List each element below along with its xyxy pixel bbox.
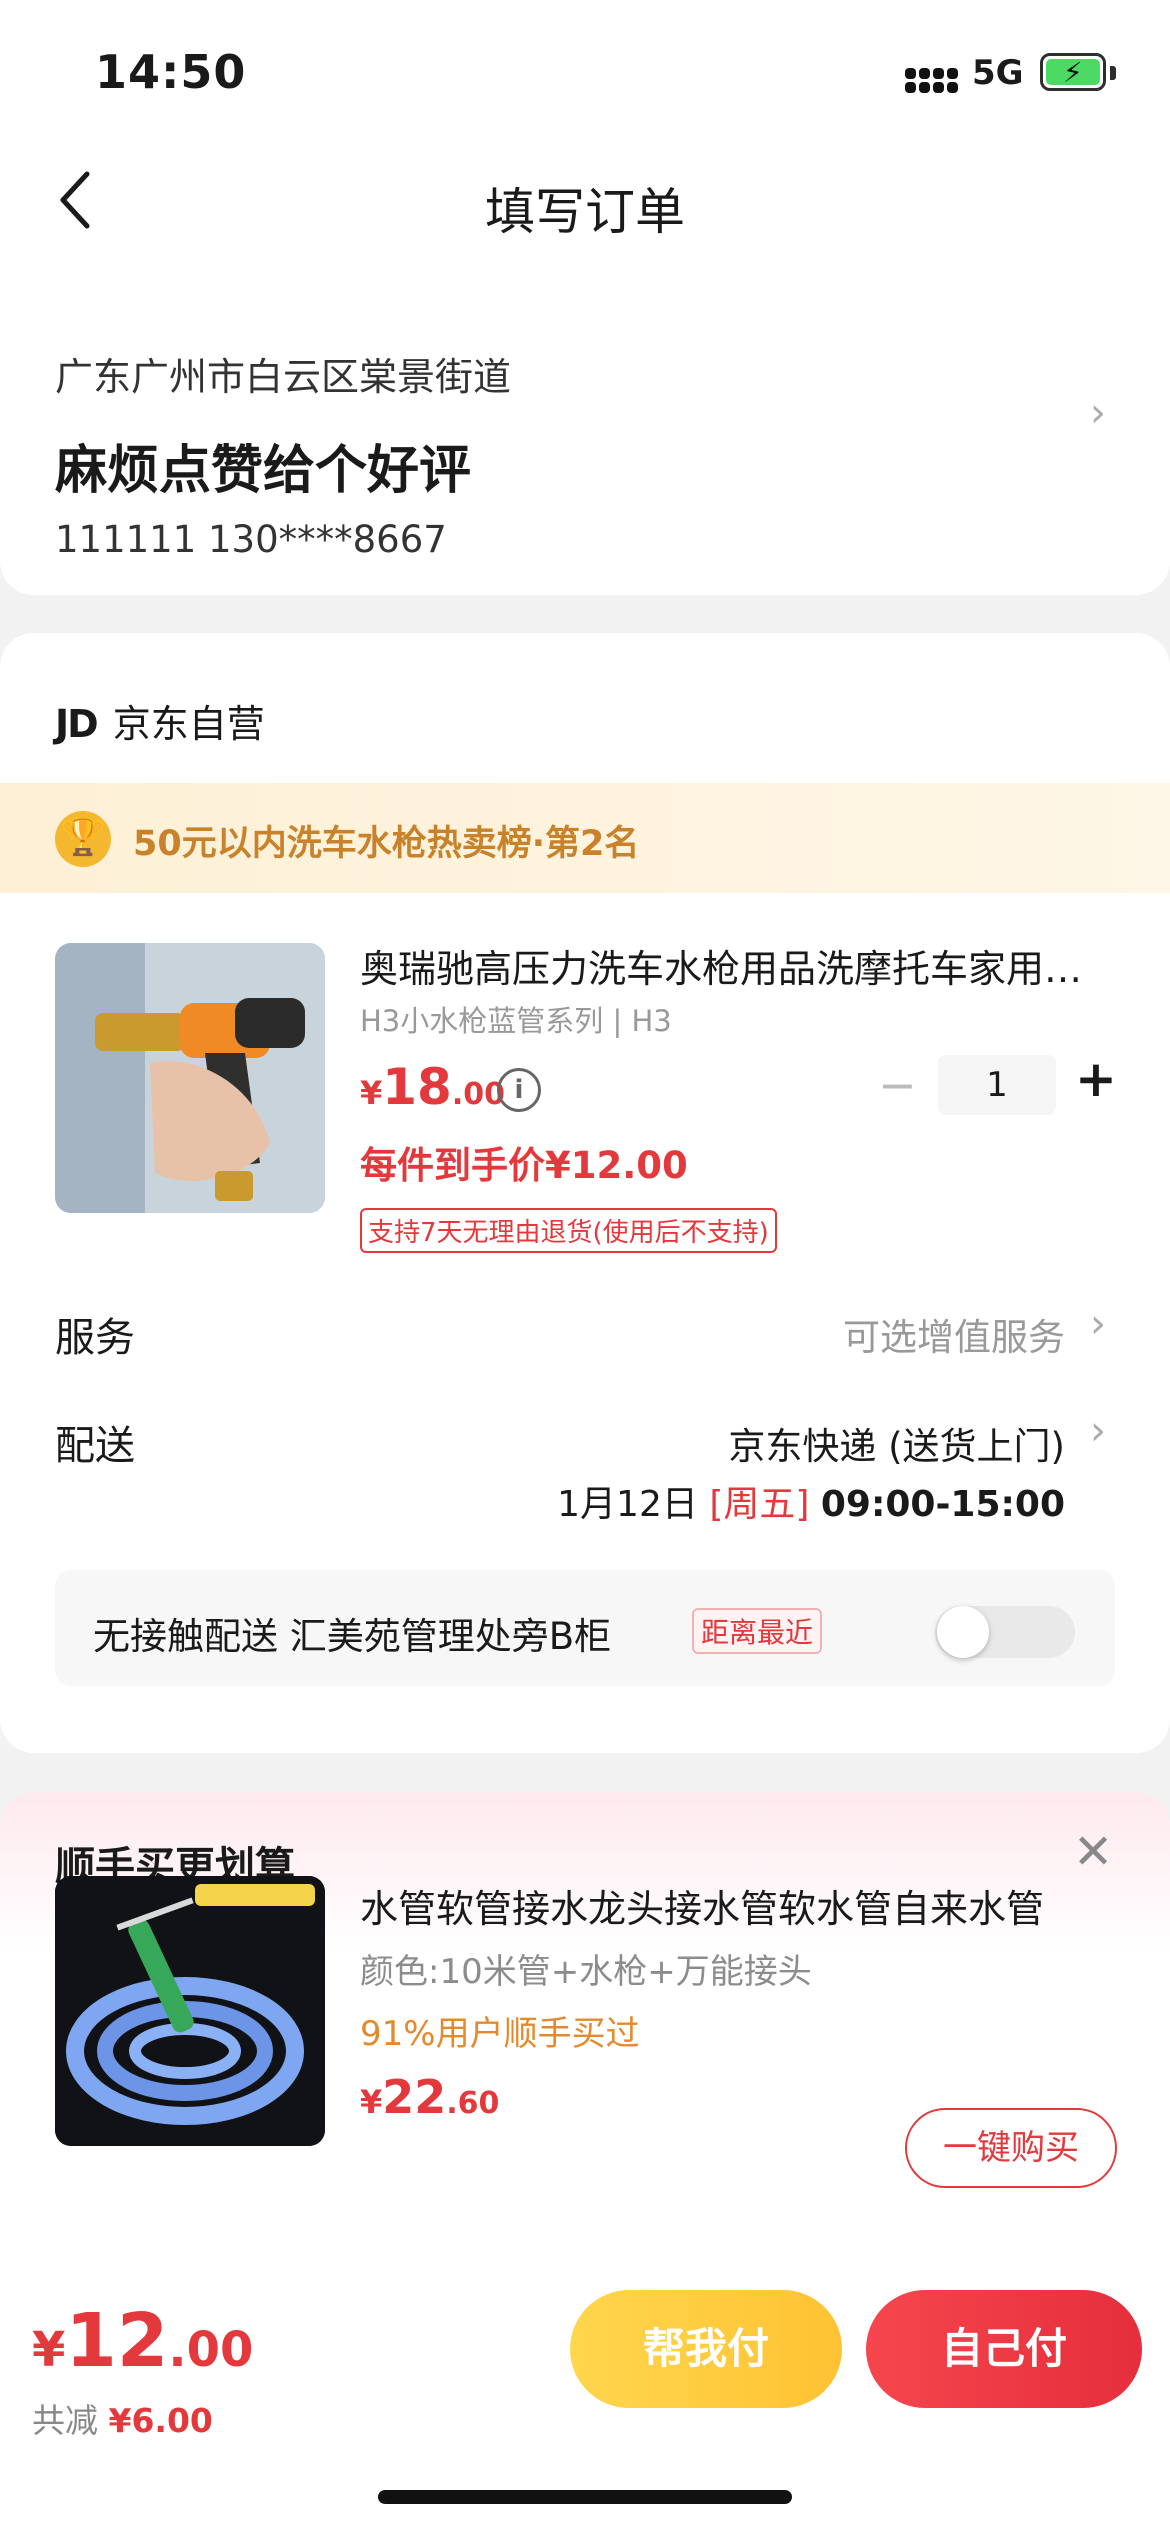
recommend-stat: 91%用户顺手买过 bbox=[360, 2014, 640, 2054]
address-card[interactable]: 广东广州市白云区棠景街道 麻烦点赞给个好评 111111 130****8667… bbox=[0, 290, 1170, 595]
help-pay-button[interactable]: 帮我付 bbox=[570, 2290, 842, 2408]
shop-name[interactable]: JD 京东自营 bbox=[55, 693, 265, 748]
recipient-name: 麻烦点赞给个好评 bbox=[55, 441, 472, 501]
quantity-decrease-button[interactable]: − bbox=[878, 1058, 917, 1112]
recipient-contact: 111111 130****8667 bbox=[55, 518, 447, 561]
quantity-value[interactable]: 1 bbox=[938, 1055, 1056, 1115]
page-title: 填写订单 bbox=[485, 183, 685, 241]
top-area: 14:50 5G ⚡ 填写订单 bbox=[0, 0, 1170, 290]
delivery-method[interactable]: 京东快递 (送货上门) bbox=[728, 1416, 1065, 1470]
product-image[interactable] bbox=[55, 943, 325, 1213]
recommend-color: 颜色:10米管+水枪+万能接头 bbox=[360, 1952, 812, 1992]
delivery-label: 配送 bbox=[55, 1423, 135, 1469]
quantity-increase-button[interactable]: + bbox=[1075, 1050, 1117, 1108]
jd-logo: JD bbox=[55, 702, 99, 746]
recommend-image[interactable] bbox=[55, 1876, 325, 2146]
ranking-banner[interactable]: 🏆 50元以内洗车水枪热卖榜·第2名 bbox=[0, 783, 1170, 893]
battery-tip bbox=[1110, 66, 1116, 80]
self-pay-button[interactable]: 自己付 bbox=[866, 2290, 1142, 2408]
delivery-time[interactable]: 1月12日 [周五] 09:00-15:00 bbox=[557, 1475, 1065, 1527]
network-type: 5G bbox=[972, 53, 1024, 93]
contactless-delivery: 无接触配送 汇美苑管理处旁B柜 距离最近 bbox=[55, 1570, 1115, 1686]
product-title[interactable]: 奥瑞驰高压力洗车水枪用品洗摩托车家用高压力洗车水枪 bbox=[360, 938, 1120, 993]
product-spec[interactable]: H3小水枪蓝管系列 | H3 bbox=[360, 998, 672, 1040]
info-icon[interactable]: i bbox=[497, 1068, 541, 1112]
recommend-card: 顺手买更划算 ✕ 水管软管接水龙头接水管软水管自来水管 颜色:10米管+水枪+万… bbox=[0, 1792, 1170, 2312]
checkout-bar: ¥12.00 共减 ¥6.00 帮我付 自己付 bbox=[0, 2278, 1170, 2532]
status-time: 14:50 bbox=[95, 45, 247, 99]
shop-label: 京东自营 bbox=[112, 702, 265, 746]
home-indicator bbox=[378, 2490, 792, 2504]
signal-icon bbox=[905, 58, 965, 93]
trophy-icon: 🏆 bbox=[55, 811, 111, 867]
one-click-buy-button[interactable]: 一键购买 bbox=[905, 2108, 1117, 2188]
recommend-name[interactable]: 水管软管接水龙头接水管软水管自来水管 bbox=[360, 1878, 1120, 1933]
chevron-right-icon: › bbox=[1090, 1301, 1106, 1347]
contactless-text: 无接触配送 汇美苑管理处旁B柜 bbox=[93, 1615, 612, 1658]
return-policy-tag: 支持7天无理由退货(使用后不支持) bbox=[360, 1208, 777, 1253]
service-value[interactable]: 可选增值服务 bbox=[843, 1307, 1065, 1361]
nearest-tag: 距离最近 bbox=[692, 1608, 823, 1654]
battery-icon: ⚡ bbox=[1040, 53, 1106, 91]
product-price: ¥18.00 bbox=[360, 1058, 506, 1116]
saved-amount: 共减 ¥6.00 bbox=[32, 2401, 213, 2440]
chevron-right-icon: › bbox=[1090, 1408, 1106, 1454]
recommend-price: ¥22.60 bbox=[360, 2070, 500, 2124]
unit-final-price: 每件到手价¥12.00 bbox=[360, 1144, 688, 1187]
total-price: ¥12.00 bbox=[32, 2298, 254, 2384]
address-line: 广东广州市白云区棠景街道 bbox=[55, 355, 512, 399]
ranking-text: 50元以内洗车水枪热卖榜·第2名 bbox=[133, 824, 640, 864]
chevron-right-icon: › bbox=[1090, 390, 1106, 436]
close-icon[interactable]: ✕ bbox=[1073, 1824, 1113, 1880]
service-label: 服务 bbox=[55, 1315, 135, 1361]
contactless-toggle[interactable] bbox=[935, 1606, 1075, 1658]
order-card: JD 京东自营 🏆 50元以内洗车水枪热卖榜·第2名 奥瑞驰高压力洗车水枪用品洗摩… bbox=[0, 633, 1170, 1753]
